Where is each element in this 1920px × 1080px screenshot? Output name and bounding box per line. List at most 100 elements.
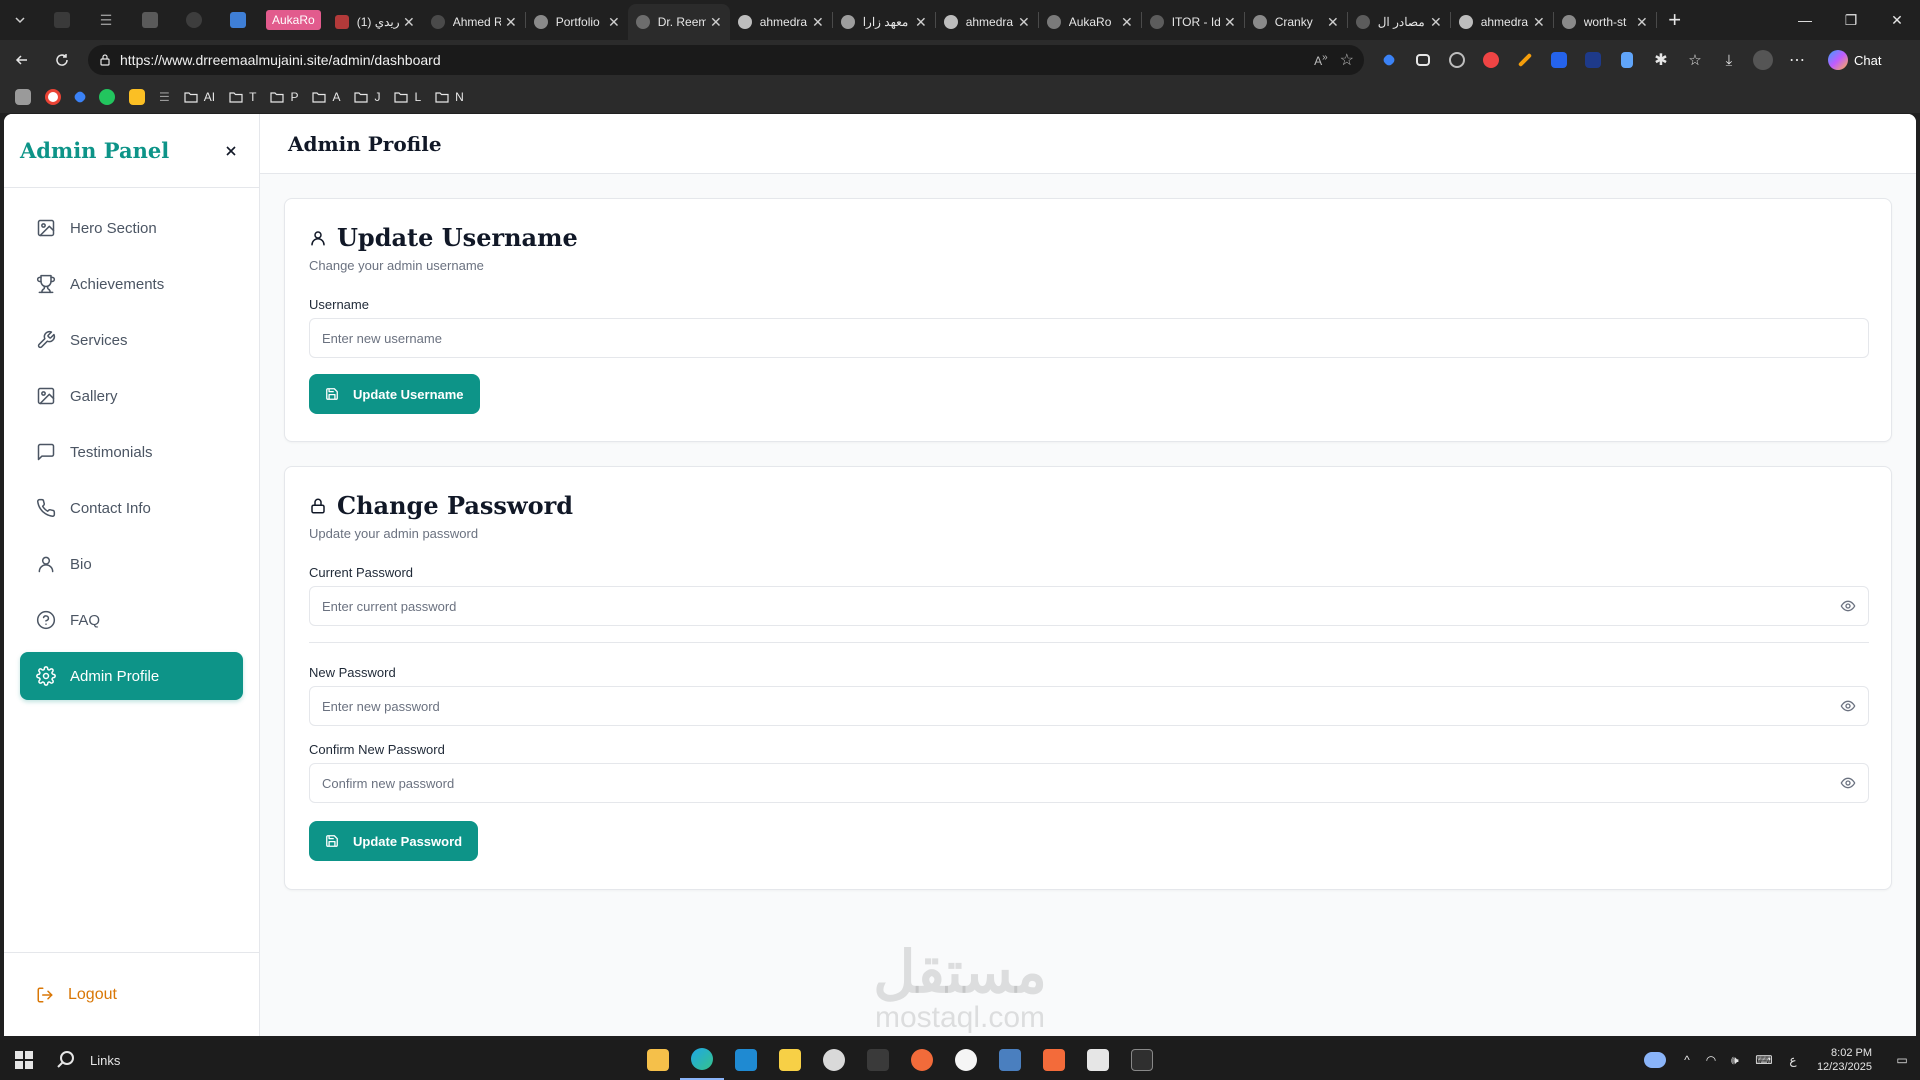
tab-close-icon[interactable]: ✕ <box>505 14 517 31</box>
close-sidebar-icon[interactable] <box>219 139 243 163</box>
sidebar-item-gallery[interactable]: Gallery <box>20 372 243 420</box>
browser-tab[interactable]: ITOR - Id ✕ <box>1142 6 1244 38</box>
file-explorer-icon[interactable] <box>636 1040 680 1080</box>
pinned-tab-whatsapp[interactable] <box>172 0 216 40</box>
postman-icon[interactable] <box>900 1040 944 1080</box>
site-info-icon[interactable] <box>98 53 112 67</box>
browser-tab[interactable]: مصادر ال ✕ <box>1348 6 1450 38</box>
extension-f-icon[interactable] <box>1542 43 1576 77</box>
tab-close-icon[interactable]: ✕ <box>1636 14 1648 31</box>
sidebar-item-admin-profile[interactable]: Admin Profile <box>20 652 243 700</box>
tab-close-icon[interactable]: ✕ <box>1121 14 1133 31</box>
browser-tab[interactable]: ahmedra ✕ <box>730 6 832 38</box>
keyboard-icon[interactable]: ⌨ <box>1747 1040 1781 1080</box>
tab-close-icon[interactable]: ✕ <box>915 14 927 31</box>
tab-close-icon[interactable]: ✕ <box>812 14 824 31</box>
favorites-icon[interactable]: ☆ <box>1678 43 1712 77</box>
tab-close-icon[interactable]: ✕ <box>710 14 722 31</box>
browser-tab[interactable]: ahmedra ✕ <box>1451 6 1553 38</box>
sidebar-item-bio[interactable]: Bio <box>20 540 243 588</box>
bookmark-folder[interactable]: P <box>263 83 305 111</box>
tab-close-icon[interactable]: ✕ <box>1224 14 1236 31</box>
bookmark-folder[interactable]: T <box>222 83 263 111</box>
bookmark-list-icon[interactable]: ☰ <box>152 83 177 111</box>
bookmark-folder[interactable]: N <box>428 83 471 111</box>
database-app-icon[interactable] <box>988 1040 1032 1080</box>
vscode-icon[interactable] <box>724 1040 768 1080</box>
profile-avatar-icon[interactable] <box>1746 43 1780 77</box>
show-password-eye-icon[interactable] <box>1840 598 1856 614</box>
update-password-button[interactable]: Update Password <box>309 821 479 861</box>
taskbar-search[interactable]: Links <box>46 1040 130 1080</box>
extension-record-icon[interactable] <box>1440 43 1474 77</box>
extension-gem-icon[interactable] <box>1372 43 1406 77</box>
show-password-eye-icon[interactable] <box>1840 698 1856 714</box>
weather-icon[interactable] <box>1635 1040 1675 1080</box>
new-tab-button[interactable]: + <box>1657 2 1693 38</box>
bookmark-gem-icon[interactable] <box>68 83 92 111</box>
dev-app-icon[interactable] <box>944 1040 988 1080</box>
address-bar[interactable]: https://www.drreemaalmujaini.site/admin/… <box>88 45 1364 75</box>
sticky-notes-icon[interactable] <box>768 1040 812 1080</box>
extension-pen-icon[interactable] <box>1508 43 1542 77</box>
tab-actions-chevron-icon[interactable] <box>0 0 40 40</box>
copilot-chat-button[interactable]: Chat <box>1820 45 1889 75</box>
favorite-star-icon[interactable]: ☆ <box>1340 50 1354 70</box>
wifi-icon[interactable]: ◠ <box>1699 1040 1723 1080</box>
logout-button[interactable]: Logout <box>4 952 260 1036</box>
browser-tab[interactable]: معهد زارا ✕ <box>833 6 935 38</box>
tab-close-icon[interactable]: ✕ <box>1018 14 1030 31</box>
more-menu-icon[interactable]: ⋯ <box>1780 43 1814 77</box>
sidebar-item-hero-section[interactable]: Hero Section <box>20 204 243 252</box>
tab-close-icon[interactable]: ✕ <box>608 14 620 31</box>
show-password-eye-icon[interactable] <box>1840 775 1856 791</box>
close-window-button[interactable]: ✕ <box>1874 0 1920 40</box>
edge-browser-icon[interactable] <box>680 1040 725 1080</box>
bookmark-keep-icon[interactable] <box>122 83 152 111</box>
browser-tab[interactable]: Portfolio ✕ <box>526 6 628 38</box>
clock[interactable]: 8:02 PM 12/23/2025 <box>1817 1046 1872 1074</box>
downloads-icon[interactable]: ⤓ <box>1712 43 1746 77</box>
bookmark-folder[interactable]: AI <box>177 83 222 111</box>
browser-tab[interactable]: AukaRo ✕ <box>1039 6 1141 38</box>
read-aloud-icon[interactable]: A» <box>1314 52 1328 68</box>
extension-screen-icon[interactable] <box>1406 43 1440 77</box>
browser-tab[interactable]: (1) فريدي ✕ <box>327 6 423 38</box>
pinned-tab-canva[interactable] <box>216 0 260 40</box>
browser-tab[interactable]: Cranky ✕ <box>1245 6 1347 38</box>
bookmark-folder[interactable]: A <box>305 83 347 111</box>
pinned-tab-gem[interactable] <box>40 0 84 40</box>
bookmark-app-icon[interactable] <box>8 83 38 111</box>
notifications-icon[interactable]: ▭ <box>1884 1040 1920 1080</box>
volume-icon[interactable]: 🕪 <box>1723 1040 1747 1080</box>
reload-button[interactable] <box>44 42 80 78</box>
pinned-tab-app[interactable] <box>128 0 172 40</box>
clock-app-icon[interactable] <box>812 1040 856 1080</box>
xampp-icon[interactable] <box>1032 1040 1076 1080</box>
tray-overflow-chevron-icon[interactable]: ^ <box>1675 1040 1699 1080</box>
bookmark-folder[interactable]: J <box>347 83 387 111</box>
current-password-input[interactable]: Enter current password <box>309 586 1869 626</box>
tab-close-icon[interactable]: ✕ <box>1430 14 1442 31</box>
minimize-button[interactable]: — <box>1782 0 1828 40</box>
extension-badge-icon[interactable] <box>1576 43 1610 77</box>
sidebar-item-testimonials[interactable]: Testimonials <box>20 428 243 476</box>
browser-tab[interactable]: ahmedra ✕ <box>936 6 1038 38</box>
tab-close-icon[interactable]: ✕ <box>403 14 415 31</box>
sidebar-item-achievements[interactable]: Achievements <box>20 260 243 308</box>
bookmark-whatsapp-icon[interactable] <box>92 83 122 111</box>
tab-close-icon[interactable]: ✕ <box>1533 14 1545 31</box>
browser-tab[interactable]: worth-st ✕ <box>1554 6 1656 38</box>
browser-tab[interactable]: Ahmed R ✕ <box>423 6 525 38</box>
username-input[interactable]: Enter new username <box>309 318 1869 358</box>
new-password-input[interactable]: Enter new password <box>309 686 1869 726</box>
back-button[interactable] <box>4 42 40 78</box>
terminal-icon[interactable] <box>1120 1040 1164 1080</box>
sidebar-item-faq[interactable]: FAQ <box>20 596 243 644</box>
extension-doc-icon[interactable] <box>1610 43 1644 77</box>
browser-tab[interactable]: Dr. Reem ✕ <box>627 4 730 40</box>
android-studio-icon[interactable] <box>1076 1040 1120 1080</box>
tab-close-icon[interactable]: ✕ <box>1327 14 1339 31</box>
bookmark-google-icon[interactable] <box>38 83 68 111</box>
start-button[interactable] <box>2 1040 46 1080</box>
